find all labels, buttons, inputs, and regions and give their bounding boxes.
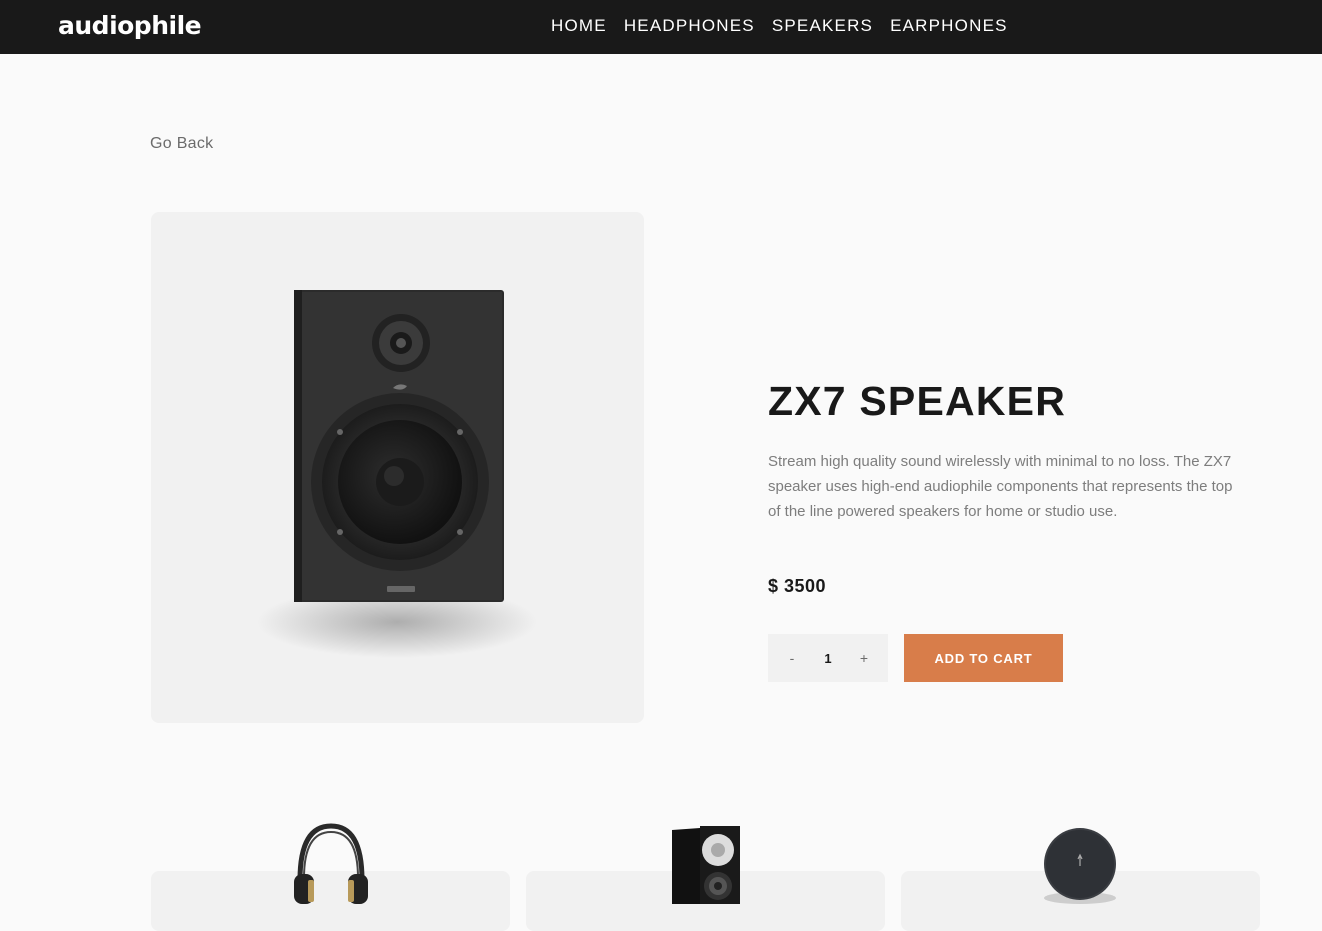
go-back-link[interactable]: Go Back bbox=[150, 135, 213, 153]
product-title: ZX7 SPEAKER bbox=[768, 378, 1066, 424]
navbar: audiophile HOME HEADPHONES SPEAKERS EARP… bbox=[0, 0, 1322, 54]
quantity-stepper: - 1 + bbox=[768, 634, 888, 682]
product-image bbox=[151, 212, 644, 723]
logo[interactable]: audiophile bbox=[58, 11, 202, 40]
main-nav: HOME HEADPHONES SPEAKERS EARPHONES bbox=[551, 16, 1008, 36]
increment-button[interactable]: + bbox=[858, 650, 870, 666]
speaker-icon bbox=[672, 826, 740, 904]
product-price: $ 3500 bbox=[768, 576, 827, 596]
quantity-value: 1 bbox=[824, 650, 832, 666]
nav-home[interactable]: HOME bbox=[551, 16, 607, 36]
nav-earphones[interactable]: EARPHONES bbox=[890, 16, 1008, 36]
decrement-button[interactable]: - bbox=[786, 650, 798, 666]
product-description: Stream high quality sound wirelessly wit… bbox=[768, 453, 1233, 520]
round-speaker-icon bbox=[1044, 828, 1116, 904]
add-to-cart-button[interactable]: ADD TO CART bbox=[904, 634, 1063, 682]
nav-speakers[interactable]: SPEAKERS bbox=[772, 16, 873, 36]
speaker-image bbox=[257, 290, 537, 658]
headphones-icon bbox=[294, 823, 368, 904]
nav-headphones[interactable]: HEADPHONES bbox=[624, 16, 755, 36]
